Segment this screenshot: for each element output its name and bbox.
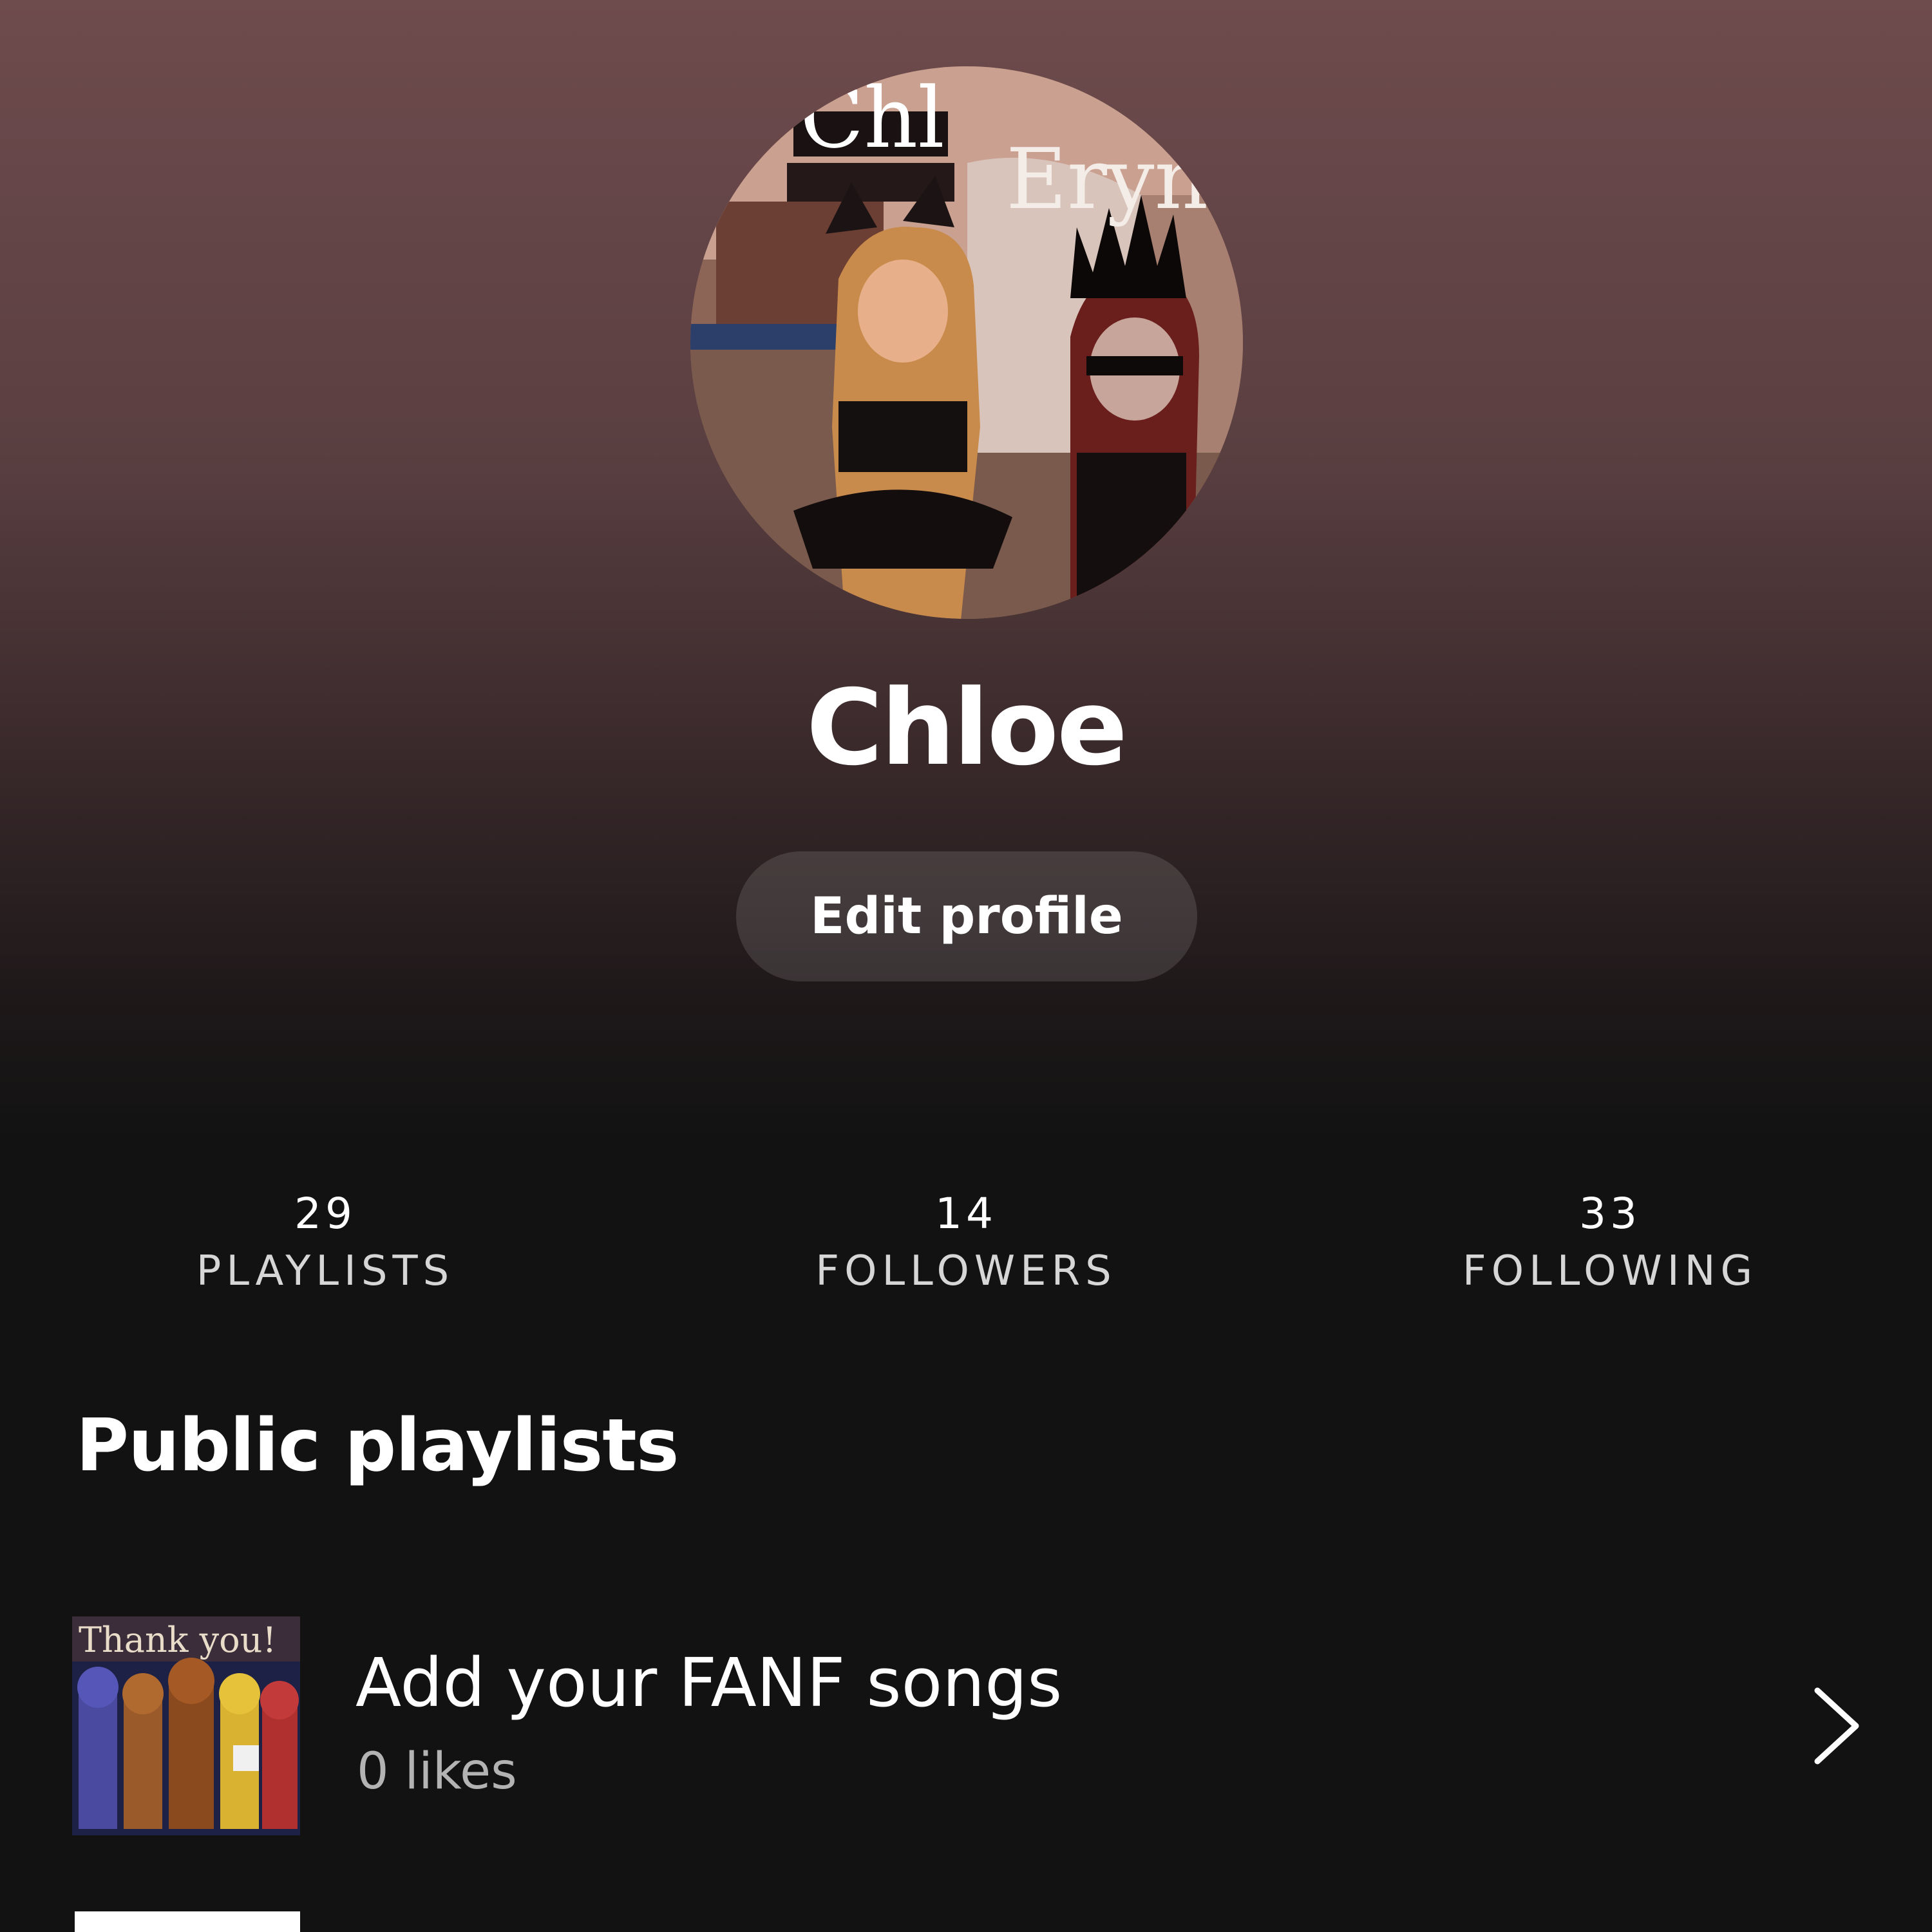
playlists-count: 29	[294, 1189, 356, 1238]
followers-count: 14	[935, 1189, 997, 1238]
playlists-label: PLAYLISTS	[196, 1247, 455, 1296]
edit-profile-button[interactable]: Edit profile	[736, 851, 1197, 981]
followers-label: FOLLOWERS	[815, 1247, 1117, 1296]
avatar-overlay-text: Eryn	[1006, 130, 1208, 228]
profile-name: Chloe	[806, 668, 1128, 789]
playlist-title: Add your FANF songs	[355, 1643, 1063, 1722]
stat-following[interactable]: 33 FOLLOWING	[1385, 1188, 1835, 1296]
next-playlist-cover[interactable]	[75, 1911, 300, 1932]
playlist-cover: Thank you!	[72, 1616, 300, 1835]
stat-playlists[interactable]: 29 PLAYLISTS	[100, 1188, 551, 1296]
profile-avatar[interactable]: Chl Eryn	[690, 66, 1243, 619]
avatar-overlay-text: Chl	[800, 69, 945, 167]
public-playlists-heading: Public playlists	[76, 1404, 679, 1488]
cover-text: Thank you!	[79, 1620, 276, 1660]
following-count: 33	[1579, 1189, 1641, 1238]
stat-followers[interactable]: 14 FOLLOWERS	[741, 1188, 1191, 1296]
profile-screen: Chl Eryn Chloe Edit profile 29 PLAYLISTS…	[0, 0, 1932, 1932]
chevron-right-icon[interactable]	[1798, 1684, 1875, 1768]
following-label: FOLLOWING	[1462, 1247, 1758, 1296]
playlist-likes: 0 likes	[357, 1743, 517, 1801]
playlist-row[interactable]: Thank you! Add your FANF songs 0 likes	[72, 1613, 1862, 1839]
